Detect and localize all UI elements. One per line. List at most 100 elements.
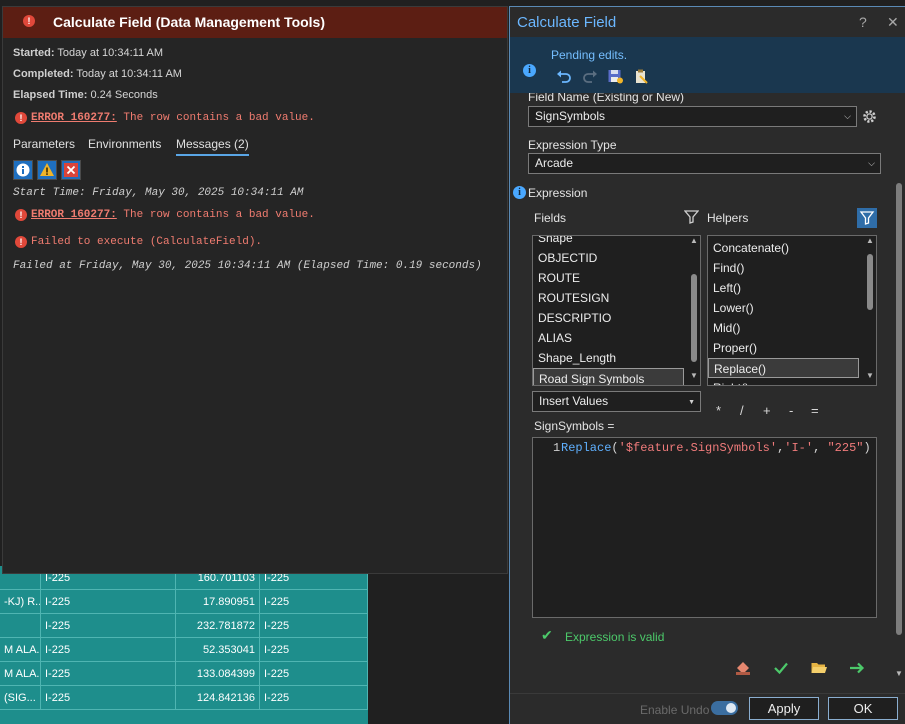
tab-environments[interactable]: Environments (88, 137, 161, 151)
calculate-field-pane: Calculate Field ? ✕ i Pending edits. Fie… (509, 6, 905, 724)
scroll-down-icon[interactable]: ▼ (688, 371, 700, 380)
table-cell[interactable]: I-225 (41, 614, 176, 638)
enable-undo-toggle[interactable] (711, 701, 738, 715)
field-list-item[interactable]: Shape (533, 236, 687, 248)
table-cell[interactable]: I-225 (260, 590, 368, 614)
plus-operator-button[interactable]: + (763, 403, 771, 418)
table-cell[interactable]: I-225 (41, 590, 176, 614)
table-row[interactable]: -KJ) R... I-225 17.890951 I-225 (0, 590, 368, 614)
discard-edits-icon[interactable] (633, 68, 650, 85)
error-x-icon (64, 163, 78, 177)
field-list-item[interactable]: Shape_Length (533, 348, 687, 368)
helpers-label: Helpers (707, 211, 749, 225)
attribute-table: I-225 160.701103 I-225 -KJ) R... I-225 17.890… (0, 566, 368, 724)
table-cell[interactable] (0, 614, 41, 638)
log-error-code-link[interactable]: ERROR 160277: (31, 209, 117, 221)
table-cell[interactable]: I-225 (260, 638, 368, 662)
equals-operator-button[interactable]: = (811, 403, 819, 418)
redo-icon[interactable] (582, 68, 598, 84)
table-cell[interactable]: -KJ) R... (0, 590, 41, 614)
elapsed-line: Elapsed Time: 0.24 Seconds (13, 89, 158, 101)
table-cell[interactable]: I-225 (260, 614, 368, 638)
verify-check-icon[interactable] (772, 659, 790, 677)
code-close-paren: ) (863, 441, 871, 455)
table-cell[interactable]: I-225 (260, 662, 368, 686)
help-button[interactable]: ? (859, 14, 867, 30)
started-value: Today at 10:34:11 AM (57, 47, 164, 59)
minus-operator-button[interactable]: - (789, 403, 793, 418)
helper-list-item[interactable]: Find() (708, 258, 862, 278)
helper-list-item[interactable]: Right() (708, 378, 862, 385)
line-number: 1 (553, 441, 561, 455)
field-list-item[interactable]: OBJECTID (533, 248, 687, 268)
table-cell[interactable]: M ALA... (0, 638, 41, 662)
scroll-down-icon[interactable]: ▼ (893, 669, 905, 678)
scroll-thumb[interactable] (691, 274, 697, 362)
field-list-item[interactable]: ALIAS (533, 328, 687, 348)
helper-list-item[interactable]: Lower() (708, 298, 862, 318)
error-icon: ! (15, 112, 27, 124)
pane-scrollbar[interactable]: ▼ (893, 183, 905, 683)
tab-messages[interactable]: Messages (2) (176, 137, 249, 156)
error-code-link[interactable]: ERROR 160277: (31, 112, 117, 124)
export-arrow-icon[interactable] (848, 659, 866, 677)
field-list-item[interactable]: ROUTE (533, 268, 687, 288)
completed-value: Today at 10:34:11 AM (76, 68, 182, 80)
table-cell[interactable]: 52.353041 (176, 638, 260, 662)
pane-title: Calculate Field (517, 14, 617, 31)
log-error-text: The row contains a bad value. (116, 209, 315, 221)
table-row[interactable]: (SIG... I-225 124.842136 I-225 (0, 686, 368, 710)
field-list-item[interactable]: ROUTESIGN (533, 288, 687, 308)
helper-list-item[interactable]: Left() (708, 278, 862, 298)
undo-icon[interactable] (556, 68, 572, 84)
gear-icon[interactable] (861, 108, 878, 125)
clear-expression-icon[interactable] (734, 659, 752, 677)
ok-button[interactable]: OK (828, 697, 898, 720)
helper-list-item[interactable]: Mid() (708, 318, 862, 338)
divide-operator-button[interactable]: / (740, 403, 744, 418)
helpers-scrollbar[interactable]: ▲ ▼ (864, 236, 876, 385)
scroll-thumb[interactable] (867, 254, 873, 310)
filter-icon (859, 211, 875, 225)
table-row[interactable]: I-225 232.781872 I-225 (0, 614, 368, 638)
table-row[interactable]: M ALA...I-225133.084399I-225 (0, 662, 368, 686)
fields-list: Road Sign Symbols Shape_Length ALIAS DESCRI… (532, 235, 701, 386)
table-cell[interactable]: (SIG... (0, 686, 41, 710)
apply-button[interactable]: Apply (749, 697, 819, 720)
field-list-item[interactable]: Road Sign Symbols (533, 368, 684, 385)
close-button[interactable]: ✕ (887, 14, 899, 31)
table-cell[interactable]: 133.084399 (176, 662, 260, 686)
expression-editor[interactable]: 1 Replace('$feature.SignSymbols','I-', "… (532, 437, 877, 618)
table-cell[interactable]: M ALA... (0, 662, 41, 686)
filter-icon[interactable] (684, 209, 699, 224)
helper-list-item[interactable]: Replace() (708, 358, 859, 378)
insert-values-dropdown[interactable]: Insert Values ▼ (532, 391, 701, 412)
scroll-thumb[interactable] (896, 183, 902, 635)
scroll-up-icon[interactable]: ▲ (864, 236, 876, 245)
tab-parameters[interactable]: Parameters (13, 137, 75, 151)
table-row[interactable]: M ALA...I-22552.353041I-225 (0, 638, 368, 662)
expression-type-combo[interactable]: Arcade ⌵ (528, 153, 881, 174)
table-cell[interactable]: I-225 (41, 686, 176, 710)
info-filter-button[interactable] (13, 160, 33, 180)
log-failed: ! Failed to execute (CalculateField). (15, 235, 262, 248)
fields-scrollbar[interactable]: ▲ ▼ (688, 236, 700, 385)
helpers-filter-button[interactable] (857, 208, 877, 228)
scroll-down-icon[interactable]: ▼ (864, 371, 876, 380)
open-folder-icon[interactable] (810, 659, 828, 677)
helper-list-item[interactable]: Concatenate() (708, 238, 862, 258)
field-list-item[interactable]: DESCRIPTIO (533, 308, 687, 328)
scroll-up-icon[interactable]: ▲ (688, 236, 700, 245)
warning-filter-button[interactable] (37, 160, 57, 180)
error-filter-button[interactable] (61, 160, 81, 180)
multiply-operator-button[interactable]: * (716, 403, 721, 418)
field-name-combo[interactable]: SignSymbols ⌵ (528, 106, 857, 127)
table-cell[interactable]: 17.890951 (176, 590, 260, 614)
table-cell[interactable]: I-225 (41, 638, 176, 662)
helper-list-item[interactable]: Proper() (708, 338, 862, 358)
table-cell[interactable]: I-225 (41, 662, 176, 686)
table-cell[interactable]: 232.781872 (176, 614, 260, 638)
table-cell[interactable]: 124.842136 (176, 686, 260, 710)
save-edits-icon[interactable] (607, 68, 624, 85)
table-cell[interactable]: I-225 (260, 686, 368, 710)
